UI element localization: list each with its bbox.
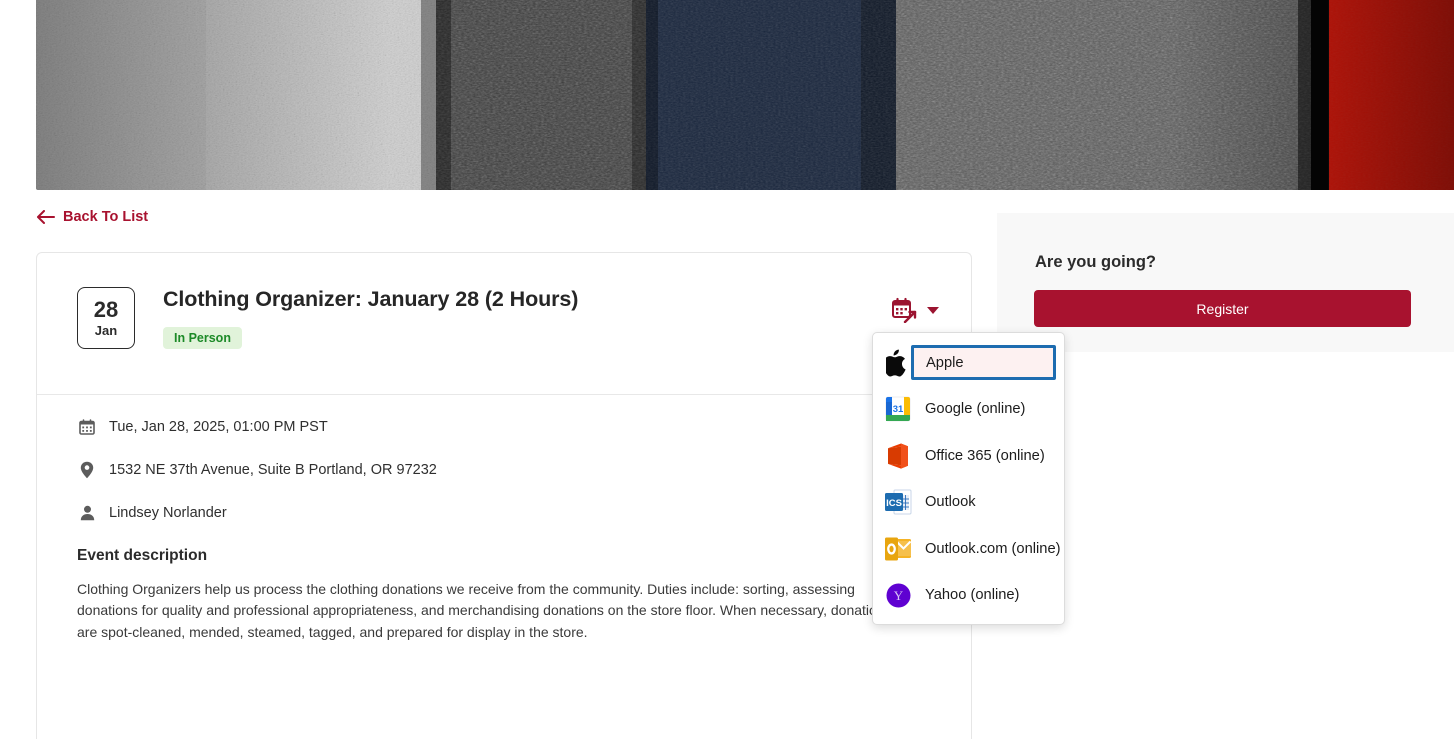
outlook-com-icon — [881, 537, 915, 561]
apple-icon — [881, 349, 915, 377]
dropdown-item-label: Apple — [911, 345, 1056, 380]
location-pin-icon — [77, 461, 97, 479]
svg-text:Y: Y — [893, 588, 903, 603]
add-to-calendar-dropdown: Apple 31 Google (online) Office 365 (onl… — [872, 332, 1065, 625]
event-datetime: Tue, Jan 28, 2025, 01:00 PM PST — [109, 419, 328, 435]
dropdown-item-label: Outlook.com (online) — [925, 540, 1061, 557]
back-to-list-label: Back To List — [63, 209, 149, 225]
ics-file-icon: ICS — [881, 488, 915, 516]
chevron-down-icon — [927, 306, 939, 314]
event-datetime-row: Tue, Jan 28, 2025, 01:00 PM PST — [77, 419, 931, 435]
back-to-list-link[interactable]: Back To List — [36, 209, 148, 225]
event-card-header: 28 Jan Clothing Organizer: January 28 (2… — [37, 253, 971, 395]
event-organizer: Lindsey Norlander — [109, 505, 227, 521]
event-organizer-row: Lindsey Norlander — [77, 505, 931, 521]
event-hero-image — [36, 0, 1454, 190]
event-date-month: Jan — [94, 322, 118, 338]
page-title: Clothing Organizer: January 28 (2 Hours) — [163, 287, 579, 311]
arrow-left-icon — [37, 210, 55, 224]
dropdown-item-label: Yahoo (online) — [925, 587, 1020, 604]
add-to-calendar-button[interactable] — [891, 297, 939, 323]
event-detail-card: 28 Jan Clothing Organizer: January 28 (2… — [36, 252, 972, 739]
yahoo-icon: Y — [881, 583, 915, 608]
dropdown-item-outlook[interactable]: ICS Outlook — [873, 479, 1064, 526]
event-date-box: 28 Jan — [77, 287, 135, 349]
svg-text:31: 31 — [893, 404, 904, 415]
dropdown-item-yahoo[interactable]: Y Yahoo (online) — [873, 572, 1064, 619]
status-badge: In Person — [163, 326, 242, 349]
registration-panel-title: Are you going? — [1035, 253, 1156, 271]
registration-panel: Are you going? Register — [997, 213, 1454, 352]
event-description-heading: Event description — [77, 547, 208, 564]
event-description-text: Clothing Organizers help us process the … — [77, 581, 892, 640]
dropdown-item-label: Google (online) — [925, 401, 1026, 418]
office-365-icon — [881, 442, 915, 470]
add-to-calendar-icon — [892, 297, 917, 323]
google-calendar-icon: 31 — [881, 396, 915, 422]
dropdown-item-google[interactable]: 31 Google (online) — [873, 386, 1064, 433]
calendar-icon — [77, 419, 97, 435]
register-button[interactable]: Register — [1034, 290, 1411, 327]
event-location: 1532 NE 37th Avenue, Suite B Portland, O… — [109, 462, 437, 478]
dropdown-item-label: Outlook — [925, 494, 976, 511]
dropdown-item-office365[interactable]: Office 365 (online) — [873, 433, 1064, 480]
event-detail-page: Back To List 28 Jan Clothing Organizer: … — [0, 0, 1454, 739]
dropdown-item-outlook-com[interactable]: Outlook.com (online) — [873, 526, 1064, 573]
hero-fabric-graphic — [36, 0, 1454, 190]
dropdown-item-apple[interactable]: Apple — [873, 339, 1064, 386]
svg-text:ICS: ICS — [886, 498, 902, 509]
dropdown-item-label: Office 365 (online) — [925, 447, 1045, 464]
event-card-body: Tue, Jan 28, 2025, 01:00 PM PST 1532 NE … — [37, 395, 971, 643]
event-location-row: 1532 NE 37th Avenue, Suite B Portland, O… — [77, 461, 931, 479]
person-icon — [77, 505, 97, 521]
event-date-day: 28 — [93, 297, 119, 323]
